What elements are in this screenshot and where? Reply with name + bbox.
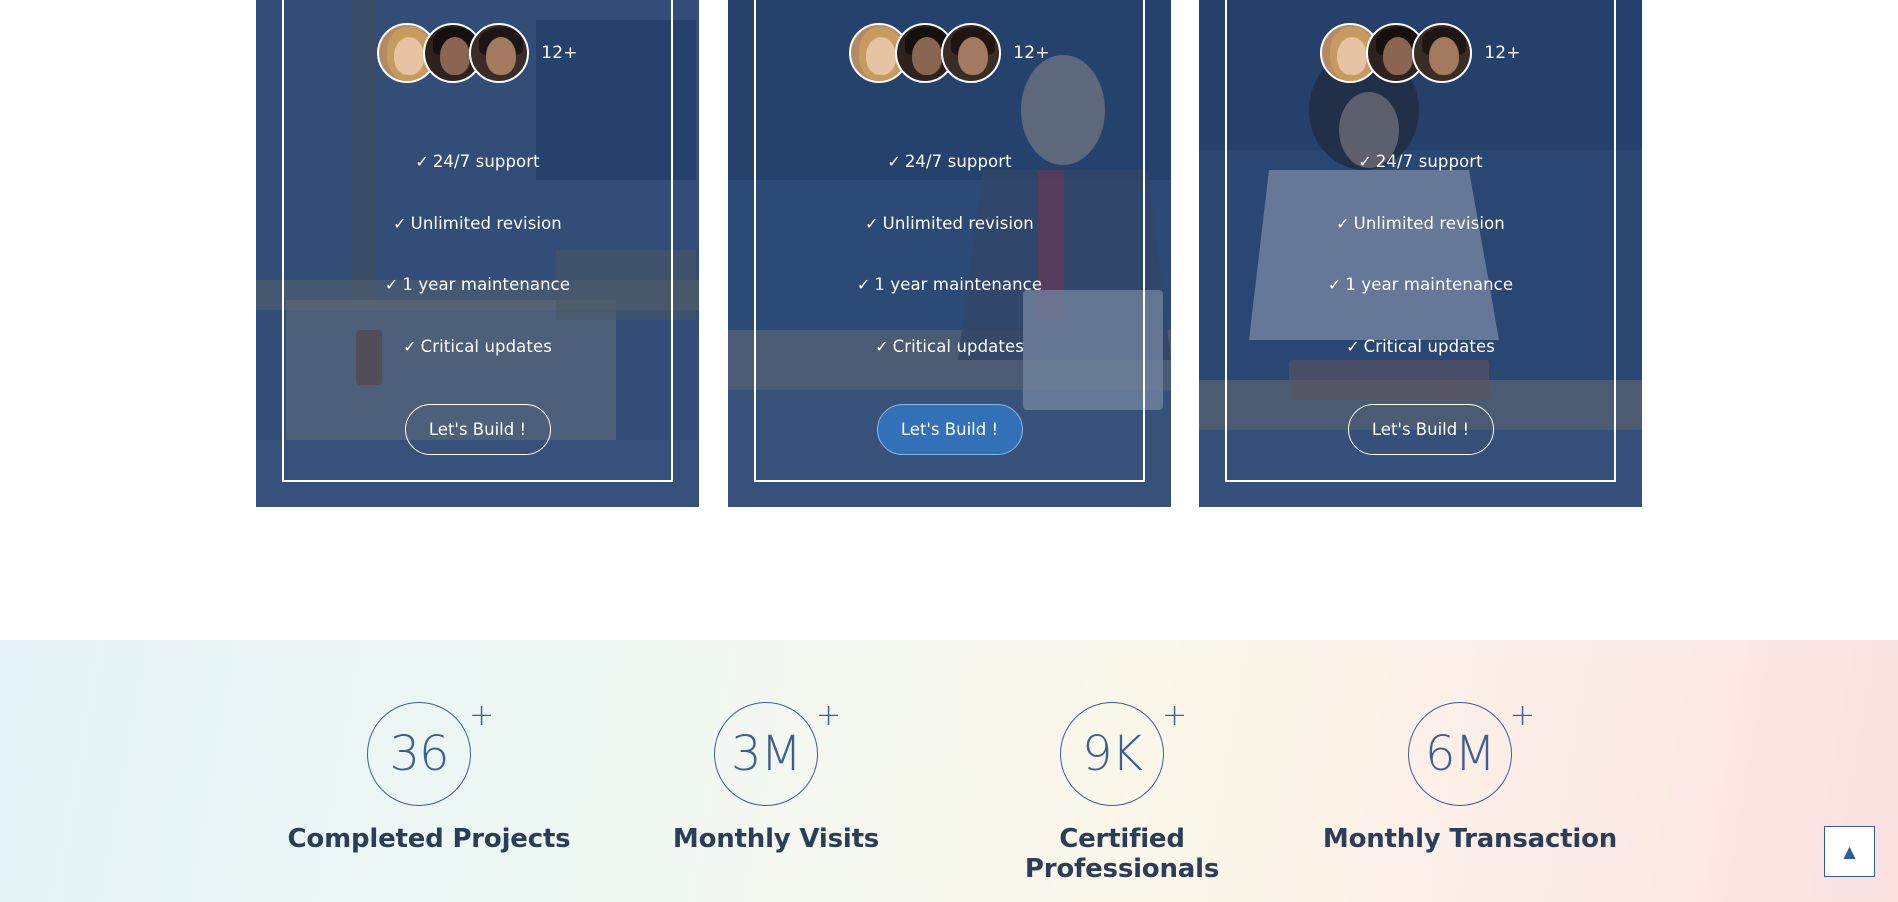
check-icon: ✓: [1358, 152, 1372, 172]
check-icon: ✓: [887, 152, 901, 172]
feature-item: ✓ 24/7 support: [1358, 152, 1483, 172]
lets-build-button[interactable]: Let's Build !: [404, 404, 551, 455]
arrow-up-icon: ▲: [1843, 842, 1856, 861]
check-icon: ✓: [1336, 213, 1350, 233]
avatar-count: 12+: [541, 43, 578, 63]
avatar-count: 12+: [1484, 43, 1521, 63]
stats-section: 36 + Completed Projects 3M + Monthly Vis…: [0, 640, 1898, 902]
stat-label: Completed Projects: [287, 824, 571, 854]
check-icon: ✓: [415, 152, 429, 172]
lets-build-button[interactable]: Let's Build !: [1347, 404, 1494, 455]
check-icon: ✓: [403, 336, 417, 356]
feature-item: ✓ 1 year maintenance: [384, 275, 571, 295]
plus-icon: +: [1162, 698, 1188, 733]
feature-item: ✓ 1 year maintenance: [856, 275, 1043, 295]
avatar: [941, 23, 1002, 83]
pricing-cards: 12+ ✓ 24/7 support ✓ Unlimited revision ✓ 1…: [0, 0, 1898, 507]
avatar-group: 12+: [256, 21, 699, 85]
feature-item: ✓ Unlimited revision: [393, 213, 562, 233]
pricing-card-1: 12+ ✓ 24/7 support ✓ Unlimited revision ✓ 1…: [256, 0, 699, 507]
pricing-card-2: 12+ ✓ 24/7 support ✓ Unlimited revision ✓ 1…: [728, 0, 1171, 507]
avatar: [1412, 23, 1473, 83]
feature-item: ✓ 1 year maintenance: [1327, 275, 1514, 295]
check-icon: ✓: [856, 275, 871, 295]
feature-item: ✓ Critical updates: [875, 336, 1024, 356]
plus-icon: +: [1510, 698, 1536, 733]
feature-list: ✓ 24/7 support ✓ Unlimited revision ✓ 1 yea…: [728, 131, 1171, 377]
stat-circle: 3M: [714, 702, 818, 806]
stat-label: Certified Professionals: [1024, 824, 1220, 884]
stat-circle: 36: [367, 702, 471, 806]
stat-label: Monthly Transaction: [1322, 824, 1618, 854]
stat-circle: 6M: [1408, 702, 1512, 806]
feature-item: ✓ Unlimited revision: [1336, 213, 1505, 233]
check-icon: ✓: [1346, 336, 1360, 356]
stat-circle: 9K: [1060, 702, 1164, 806]
check-icon: ✓: [393, 213, 407, 233]
check-icon: ✓: [384, 275, 399, 295]
check-icon: ✓: [1327, 275, 1342, 295]
feature-item: ✓ Critical updates: [1346, 336, 1495, 356]
feature-item: ✓ Unlimited revision: [865, 213, 1034, 233]
feature-list: ✓ 24/7 support ✓ Unlimited revision ✓ 1 yea…: [256, 131, 699, 377]
pricing-card-3: 12+ ✓ 24/7 support ✓ Unlimited revision ✓ 1…: [1199, 0, 1642, 507]
avatar: [469, 23, 530, 83]
avatar-group: 12+: [728, 21, 1171, 85]
avatar-group: 12+: [1199, 21, 1642, 85]
feature-item: ✓ 24/7 support: [415, 152, 540, 172]
feature-item: ✓ 24/7 support: [887, 152, 1012, 172]
scroll-to-top-button[interactable]: ▲: [1824, 826, 1875, 877]
feature-list: ✓ 24/7 support ✓ Unlimited revision ✓ 1 yea…: [1199, 131, 1642, 377]
plus-icon: +: [469, 698, 495, 733]
avatar-count: 12+: [1013, 43, 1050, 63]
feature-item: ✓ Critical updates: [403, 336, 552, 356]
plus-icon: +: [816, 698, 842, 733]
check-icon: ✓: [865, 213, 879, 233]
check-icon: ✓: [875, 336, 889, 356]
lets-build-button[interactable]: Let's Build !: [876, 404, 1023, 455]
stat-label: Monthly Visits: [672, 824, 880, 854]
